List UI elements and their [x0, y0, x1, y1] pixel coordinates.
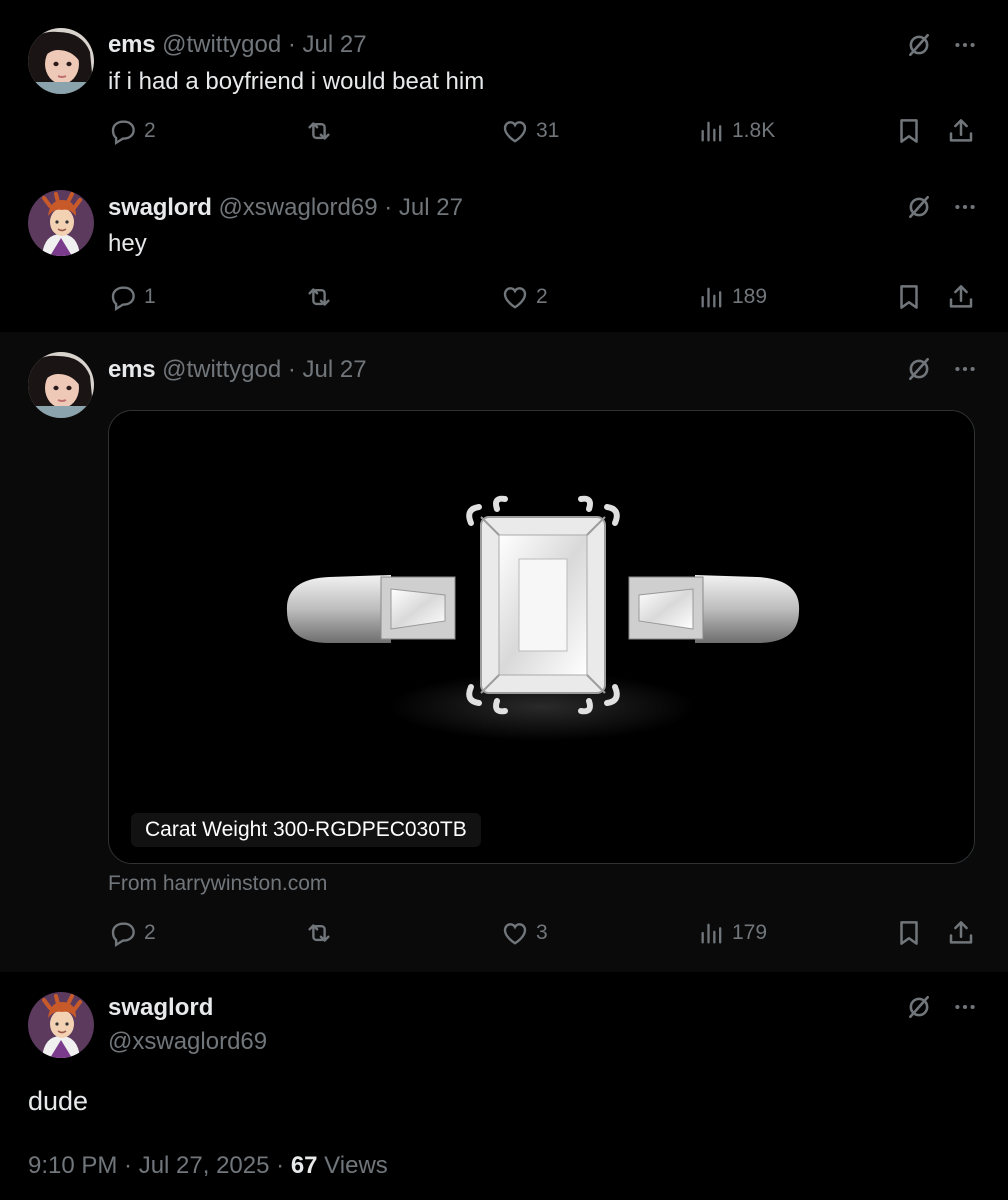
analytics-icon	[698, 282, 726, 312]
link-card[interactable]: Carat Weight 300-RGDPEC030TB	[108, 410, 975, 864]
tweet-text: hey	[108, 230, 147, 257]
view-count: 67	[290, 1152, 318, 1179]
bookmark-icon	[894, 918, 924, 948]
tweet-actions: 1 2 189	[108, 282, 976, 322]
reply-count: 2	[144, 921, 156, 944]
view-count: 189	[732, 285, 768, 308]
separator-dot: ·	[384, 194, 393, 221]
tweet-top-icons	[906, 32, 978, 58]
tweet-top-icons	[906, 994, 978, 1020]
tweet-header: swaglord @xswaglord69 · Jul 27	[108, 194, 463, 222]
reply-count: 1	[144, 285, 156, 308]
author-handle[interactable]: @twittygod	[162, 31, 281, 58]
tweet-actions: 2 31 1.8K	[108, 116, 976, 156]
like-count: 3	[536, 921, 548, 944]
grok-icon[interactable]	[906, 194, 932, 220]
bookmark-button[interactable]	[894, 116, 924, 146]
card-source[interactable]: From harrywinston.com	[108, 872, 327, 896]
reply-button[interactable]: 2	[108, 918, 156, 948]
share-button[interactable]	[946, 116, 976, 146]
share-icon	[946, 116, 976, 146]
reply-icon	[108, 282, 138, 312]
retweet-button[interactable]	[304, 116, 334, 146]
more-icon[interactable]	[952, 994, 978, 1020]
thread-tweet[interactable]: ems @twittygod · Jul 27 if i had a boyfr…	[0, 0, 1008, 168]
bookmark-icon	[894, 116, 924, 146]
retweet-icon	[304, 116, 334, 146]
author-name[interactable]: ems	[108, 356, 156, 383]
tweet-date[interactable]: Jul 27	[303, 356, 367, 383]
views-button[interactable]: 189	[698, 282, 767, 312]
author-handle[interactable]: @xswaglord69	[108, 1028, 267, 1056]
views-button[interactable]: 179	[698, 918, 767, 948]
avatar[interactable]	[28, 28, 94, 94]
tweet-timestamp[interactable]: 9:10 PM · Jul 27, 2025 ·	[28, 1152, 291, 1179]
heart-icon	[500, 918, 530, 948]
author-handle[interactable]: @twittygod	[162, 356, 281, 383]
avatar[interactable]	[28, 992, 94, 1058]
bookmark-button[interactable]	[894, 918, 924, 948]
bookmark-icon	[894, 282, 924, 312]
views-button[interactable]: 1.8K	[698, 116, 775, 146]
grok-icon[interactable]	[906, 994, 932, 1020]
more-icon[interactable]	[952, 356, 978, 382]
author-handle[interactable]: @xswaglord69	[218, 194, 377, 221]
like-count: 31	[536, 119, 560, 142]
share-icon	[946, 282, 976, 312]
heart-icon	[500, 116, 530, 146]
share-icon	[946, 918, 976, 948]
more-icon[interactable]	[952, 32, 978, 58]
card-caption: Carat Weight 300-RGDPEC030TB	[131, 813, 481, 847]
author-name[interactable]: ems	[108, 31, 156, 58]
separator-dot: ·	[287, 356, 296, 383]
share-button[interactable]	[946, 282, 976, 312]
views-label: Views	[317, 1152, 388, 1179]
grok-icon[interactable]	[906, 356, 932, 382]
thread-tweet[interactable]: swaglord @xswaglord69 · Jul 27 hey 1 2 1…	[0, 168, 1008, 332]
reply-icon	[108, 116, 138, 146]
like-button[interactable]: 31	[500, 116, 559, 146]
share-button[interactable]	[946, 918, 976, 948]
analytics-icon	[698, 116, 726, 146]
tweet-text: if i had a boyfriend i would beat him	[108, 68, 485, 95]
tweet-date[interactable]: Jul 27	[303, 31, 367, 58]
retweet-button[interactable]	[304, 282, 334, 312]
avatar[interactable]	[28, 190, 94, 256]
view-count: 179	[732, 921, 768, 944]
like-button[interactable]: 2	[500, 282, 548, 312]
more-icon[interactable]	[952, 194, 978, 220]
like-count: 2	[536, 285, 548, 308]
thread-tweet[interactable]: ems @twittygod · Jul 27 Carat Weight 300…	[0, 332, 1008, 972]
tweet-meta: 9:10 PM · Jul 27, 2025 · 67 Views	[28, 1152, 388, 1180]
reply-icon	[108, 918, 138, 948]
retweet-icon	[304, 918, 334, 948]
view-count: 1.8K	[732, 119, 776, 142]
retweet-button[interactable]	[304, 918, 334, 948]
author-name[interactable]: swaglord	[108, 994, 213, 1022]
reply-button[interactable]: 2	[108, 116, 156, 146]
ring-image	[109, 411, 974, 863]
author-name[interactable]: swaglord	[108, 194, 212, 221]
focused-tweet[interactable]: swaglord @xswaglord69 dude 9:10 PM · Jul…	[0, 972, 1008, 1200]
tweet-text: dude	[28, 1086, 89, 1116]
reply-count: 2	[144, 119, 156, 142]
reply-button[interactable]: 1	[108, 282, 156, 312]
tweet-date[interactable]: Jul 27	[399, 194, 463, 221]
avatar[interactable]	[28, 352, 94, 418]
tweet-header: ems @twittygod · Jul 27	[108, 31, 367, 59]
retweet-icon	[304, 282, 334, 312]
tweet-header: ems @twittygod · Jul 27	[108, 356, 367, 384]
grok-icon[interactable]	[906, 32, 932, 58]
analytics-icon	[698, 918, 726, 948]
tweet-top-icons	[906, 194, 978, 220]
like-button[interactable]: 3	[500, 918, 548, 948]
tweet-actions: 2 3 179	[108, 918, 976, 958]
heart-icon	[500, 282, 530, 312]
bookmark-button[interactable]	[894, 282, 924, 312]
separator-dot: ·	[287, 31, 296, 58]
tweet-top-icons	[906, 356, 978, 382]
